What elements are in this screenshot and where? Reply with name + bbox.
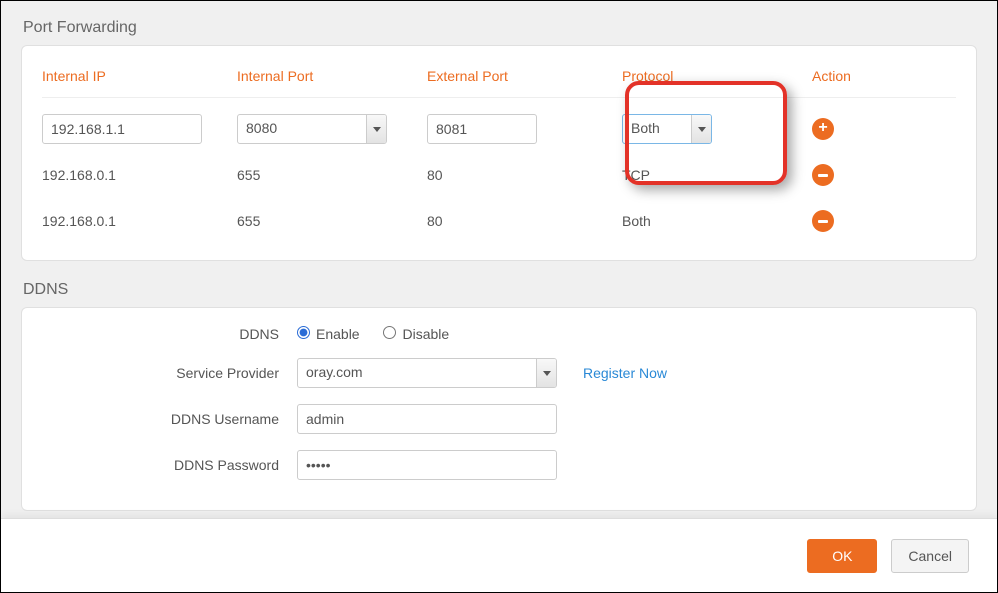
- pf-data-row: 192.168.0.1 655 80 Both: [42, 204, 956, 238]
- radio-enable-text: Enable: [316, 326, 360, 342]
- label-username: DDNS Username: [42, 411, 297, 427]
- cell-internal-ip: 192.168.0.1: [42, 167, 237, 183]
- add-rule-button[interactable]: [812, 118, 834, 140]
- ddns-password-input[interactable]: [297, 450, 557, 480]
- ddns-enable-row: DDNS Enable Disable: [42, 326, 956, 342]
- remove-rule-button[interactable]: [812, 164, 834, 186]
- ddns-provider-row: Service Provider oray.com Register Now: [42, 358, 956, 388]
- chevron-down-icon[interactable]: [691, 115, 711, 143]
- service-provider-value: oray.com: [298, 359, 536, 387]
- cell-protocol: TCP: [622, 167, 812, 183]
- cell-external-port: 80: [427, 167, 622, 183]
- col-header-protocol: Protocol: [622, 68, 812, 84]
- section-title-port-forwarding: Port Forwarding: [21, 19, 977, 37]
- label-provider: Service Provider: [42, 365, 297, 381]
- service-provider-dropdown[interactable]: oray.com: [297, 358, 557, 388]
- ok-button[interactable]: OK: [807, 539, 877, 573]
- cancel-button[interactable]: Cancel: [891, 539, 969, 573]
- col-header-action: Action: [812, 68, 912, 84]
- radio-enable-label[interactable]: Enable: [297, 326, 363, 342]
- cell-internal-ip: 192.168.0.1: [42, 213, 237, 229]
- chevron-down-icon[interactable]: [536, 359, 556, 387]
- cell-internal-port: 655: [237, 167, 427, 183]
- radio-disable-label[interactable]: Disable: [383, 326, 449, 342]
- chevron-down-icon[interactable]: [366, 115, 386, 143]
- port-forwarding-panel: Internal IP Internal Port External Port …: [21, 45, 977, 261]
- dialog-footer: OK Cancel: [1, 518, 997, 592]
- pf-input-row: 8080 Both: [42, 112, 956, 146]
- cell-protocol: Both: [622, 213, 812, 229]
- internal-port-value: 8080: [238, 115, 366, 143]
- register-now-link[interactable]: Register Now: [583, 365, 667, 381]
- cell-internal-port: 655: [237, 213, 427, 229]
- internal-port-dropdown[interactable]: 8080: [237, 114, 387, 144]
- radio-enable[interactable]: [297, 326, 310, 339]
- col-header-internal-ip: Internal IP: [42, 68, 237, 84]
- ddns-username-row: DDNS Username: [42, 404, 956, 434]
- external-port-input[interactable]: [427, 114, 537, 144]
- pf-data-row: 192.168.0.1 655 80 TCP: [42, 158, 956, 192]
- cell-external-port: 80: [427, 213, 622, 229]
- protocol-value: Both: [623, 115, 691, 143]
- ddns-panel: DDNS Enable Disable Service Provider ora…: [21, 307, 977, 511]
- pf-header-row: Internal IP Internal Port External Port …: [42, 64, 956, 98]
- radio-disable-text: Disable: [402, 326, 449, 342]
- label-ddns: DDNS: [42, 326, 297, 342]
- ddns-username-input[interactable]: [297, 404, 557, 434]
- protocol-dropdown[interactable]: Both: [622, 114, 712, 144]
- ddns-password-row: DDNS Password: [42, 450, 956, 480]
- internal-ip-input[interactable]: [42, 114, 202, 144]
- label-password: DDNS Password: [42, 457, 297, 473]
- section-title-ddns: DDNS: [21, 281, 977, 299]
- col-header-external-port: External Port: [427, 68, 622, 84]
- remove-rule-button[interactable]: [812, 210, 834, 232]
- radio-disable[interactable]: [383, 326, 396, 339]
- col-header-internal-port: Internal Port: [237, 68, 427, 84]
